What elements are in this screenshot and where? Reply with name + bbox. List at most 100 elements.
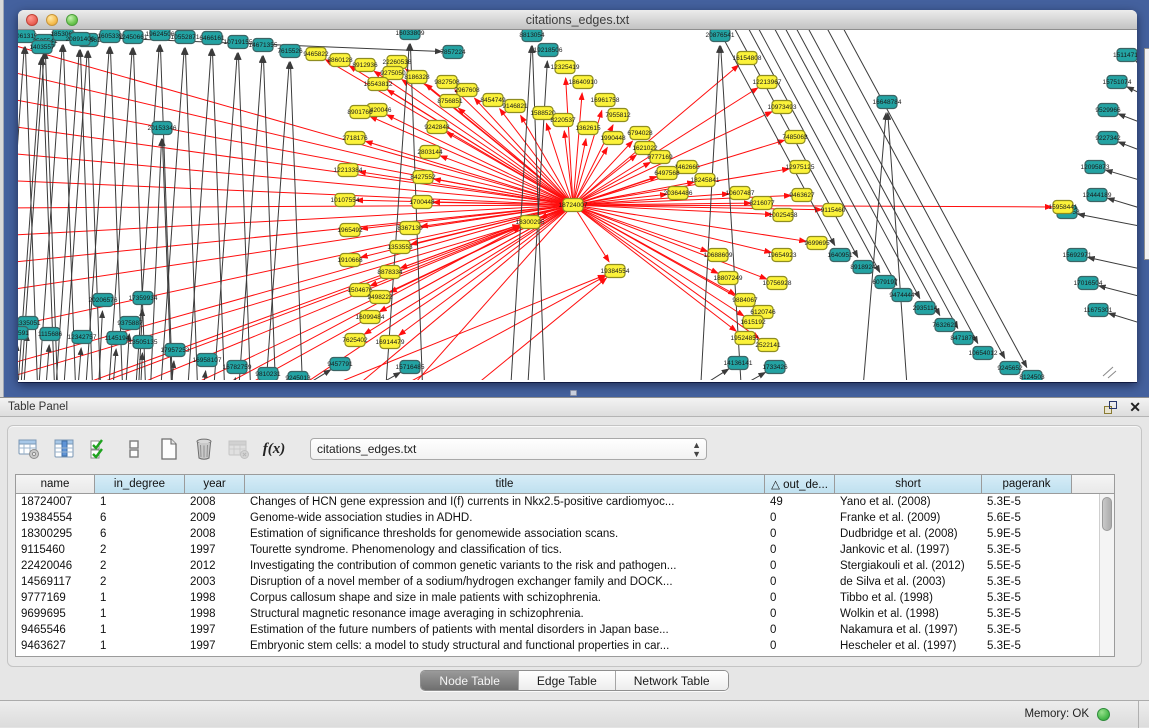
app-left-border xyxy=(0,0,4,397)
cell-out_de: 0 xyxy=(765,608,835,620)
table-select-combo[interactable]: citations_edges.txt ▲▼ xyxy=(310,438,707,460)
graph-node-label: 16033809 xyxy=(396,30,425,37)
table-row[interactable]: 911546021997Tourette syndrome. Phenomeno… xyxy=(16,542,1114,558)
new-document-icon xyxy=(157,437,181,461)
column-header-short[interactable]: short xyxy=(835,475,982,493)
cell-title: Embryonic stem cells: a model to study s… xyxy=(245,640,765,652)
table-row[interactable]: 946554611997Estimation of the future num… xyxy=(16,622,1114,638)
cell-in_degree: 2 xyxy=(95,576,185,588)
column-header-pagerank[interactable]: pagerank xyxy=(982,475,1072,493)
cell-year: 1997 xyxy=(185,544,245,556)
cell-in_degree: 6 xyxy=(95,528,185,540)
graph-node-label: 18245841 xyxy=(691,177,720,184)
tab-edge-table[interactable]: Edge Table xyxy=(519,671,616,690)
graph-node-label: 10654012 xyxy=(969,350,998,357)
table-row[interactable]: 977716911998Corpus callosum shape and si… xyxy=(16,590,1114,606)
cell-out_de: 49 xyxy=(765,496,835,508)
graph-node-label: 10756928 xyxy=(763,280,792,287)
cell-out_de: 0 xyxy=(765,624,835,636)
select-columns-button[interactable] xyxy=(51,436,77,462)
table-row[interactable]: 946362711997Embryonic stem cells: a mode… xyxy=(16,638,1114,654)
graph-node-label: 1700448 xyxy=(409,199,435,206)
cell-year: 2009 xyxy=(185,512,245,524)
cell-short: Dudbridge et al. (2008) xyxy=(835,528,982,540)
column-header-name[interactable]: name xyxy=(16,475,95,493)
split-pane-handle[interactable] xyxy=(570,390,577,396)
graph-node-label: 9529966 xyxy=(1095,107,1121,114)
cell-title: Corpus callosum shape and size in male p… xyxy=(245,592,765,604)
network-canvas[interactable]: 2061319252554118530699024561160533914035… xyxy=(18,30,1137,380)
graph-node-label: 15692971 xyxy=(1063,252,1092,259)
cell-pagerank: 5.3E-5 xyxy=(982,544,1072,556)
minimize-button[interactable] xyxy=(46,14,58,26)
graph-node-label: 1353553 xyxy=(387,244,413,251)
select-rows-button[interactable] xyxy=(86,436,112,462)
cell-short: Jankovic et al. (1997) xyxy=(835,544,982,556)
cell-pagerank: 5.3E-5 xyxy=(982,576,1072,588)
cell-out_de: 0 xyxy=(765,640,835,652)
table-vertical-scrollbar[interactable] xyxy=(1099,494,1114,656)
graph-node-label: 9463627 xyxy=(789,192,815,199)
table-row[interactable]: 1456911722003Disruption of a novel membe… xyxy=(16,574,1114,590)
graph-node-label: 8186328 xyxy=(404,74,430,81)
cell-in_degree: 1 xyxy=(95,624,185,636)
graph-node-label: 6466161 xyxy=(199,35,225,42)
close-button[interactable] xyxy=(26,14,38,26)
float-panel-icon[interactable] xyxy=(1104,401,1117,414)
network-window-titlebar[interactable]: citations_edges.txt xyxy=(18,10,1137,30)
table-panel-title: Table Panel xyxy=(8,401,68,413)
column-header-title[interactable]: title xyxy=(245,475,765,493)
cell-pagerank: 5.3E-5 xyxy=(982,496,1072,508)
table-row[interactable]: 1872400712008Changes of HCN gene express… xyxy=(16,494,1114,510)
cell-name: 18724007 xyxy=(16,496,95,508)
cell-pagerank: 5.3E-5 xyxy=(982,592,1072,604)
cell-pagerank: 5.3E-5 xyxy=(982,608,1072,620)
cell-in_degree: 1 xyxy=(95,640,185,652)
graph-node-label: 9245013 xyxy=(285,375,311,380)
table-row[interactable]: 1830029562008Estimation of significance … xyxy=(16,526,1114,542)
column-header-in_degree[interactable]: in_degree xyxy=(95,475,185,493)
cell-title: Tourette syndrome. Phenomenology and cla… xyxy=(245,544,765,556)
graph-node-label: 20876541 xyxy=(706,32,735,39)
table-row[interactable]: 1938455462009Genome-wide association stu… xyxy=(16,510,1114,526)
delete-table-button[interactable] xyxy=(191,436,217,462)
cell-in_degree: 1 xyxy=(95,592,185,604)
graph-node-label: 13505135 xyxy=(129,339,158,346)
graph-node-label: 15958441 xyxy=(1049,204,1078,211)
graph-node-label: 9465822 xyxy=(303,51,329,58)
graph-node-label: 16099484 xyxy=(356,314,385,321)
graph-node-label: 17957253 xyxy=(161,347,190,354)
graph-node-label: 9827508 xyxy=(434,79,460,86)
cell-in_degree: 2 xyxy=(95,560,185,572)
zoom-button[interactable] xyxy=(66,14,78,26)
tab-network-table[interactable]: Network Table xyxy=(616,671,728,690)
table-settings-button[interactable] xyxy=(16,436,42,462)
graph-node-label: 11675301 xyxy=(1084,307,1113,314)
graph-node-label: 12213384 xyxy=(334,167,363,174)
graph-node-label: 9699695 xyxy=(804,240,830,247)
cell-name: 22420046 xyxy=(16,560,95,572)
column-header-year[interactable]: year xyxy=(185,475,245,493)
graph-node-label: 10552871 xyxy=(171,34,200,41)
scrollbar-thumb[interactable] xyxy=(1102,497,1112,531)
graph-node-label: 2718176 xyxy=(342,135,368,142)
table-row[interactable]: 2242004622012Investigating the contribut… xyxy=(16,558,1114,574)
column-header-out_de[interactable]: △ out_de... xyxy=(765,475,835,493)
graph-node-label: 1965492 xyxy=(337,227,363,234)
graph-node-label: 12975125 xyxy=(786,164,815,171)
memory-ok-indicator[interactable] xyxy=(1097,708,1110,721)
tab-node-table[interactable]: Node Table xyxy=(421,671,519,690)
new-table-button[interactable] xyxy=(156,436,182,462)
table-row[interactable]: 969969511998Structural magnetic resonanc… xyxy=(16,606,1114,622)
graph-node-label: 10688609 xyxy=(704,252,733,259)
clear-selection-button[interactable] xyxy=(121,436,147,462)
cell-in_degree: 1 xyxy=(95,608,185,620)
function-builder-button[interactable]: f(x) xyxy=(261,436,287,462)
close-panel-icon[interactable]: ✕ xyxy=(1129,401,1141,414)
table-panel-box: f(x) citations_edges.txt ▲▼ namein_degre… xyxy=(7,425,1142,667)
graph-node-label: 10107554 xyxy=(331,197,360,204)
graph-node-label: 9227342 xyxy=(1095,135,1121,142)
graph-node-label: 391591 xyxy=(18,330,29,337)
cell-year: 2012 xyxy=(185,560,245,572)
cell-title: Disruption of a novel member of a sodium… xyxy=(245,576,765,588)
